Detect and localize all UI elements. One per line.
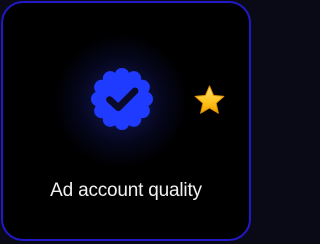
star-icon [194, 85, 225, 114]
card-label: Ad account quality [50, 180, 202, 201]
ad-account-quality-card[interactable]: Ad account quality [1, 1, 251, 241]
verified-badge-icon [91, 68, 153, 130]
